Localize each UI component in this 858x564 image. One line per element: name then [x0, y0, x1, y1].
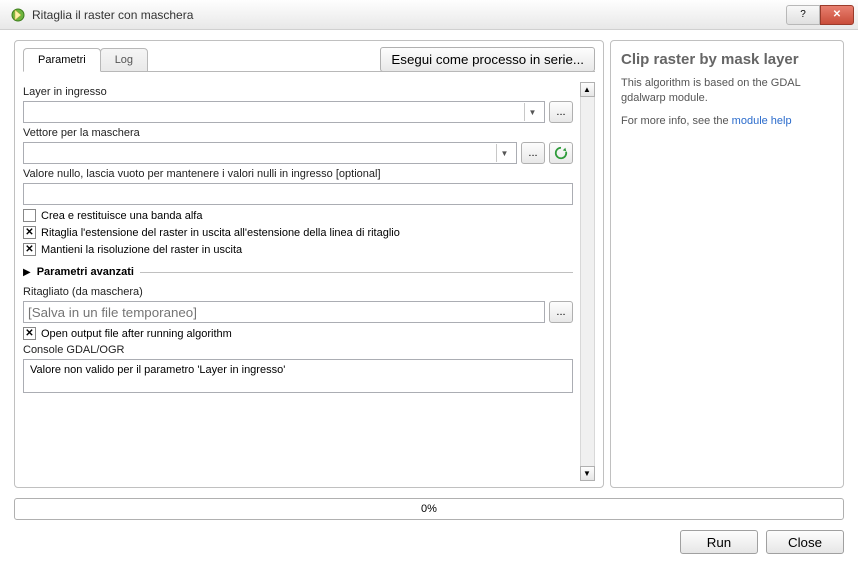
open-after-check-row[interactable]: ✕ Open output file after running algorit… — [23, 327, 573, 340]
mask-browse-button[interactable]: ... — [521, 142, 545, 164]
chevron-down-icon: ▼ — [524, 103, 540, 121]
scroll-track[interactable] — [580, 97, 595, 466]
help-title: Clip raster by mask layer — [621, 51, 833, 68]
content: Parametri Log Esegui come processo in se… — [0, 30, 858, 564]
tab-parametri[interactable]: Parametri — [23, 48, 101, 72]
checkbox-icon — [23, 209, 36, 222]
extent-check-label: Ritaglia l'estensione del raster in usci… — [41, 227, 400, 239]
main-row: Parametri Log Esegui come processo in se… — [14, 40, 844, 488]
help-more-prefix: For more info, see the — [621, 115, 732, 127]
triangle-right-icon: ▶ — [23, 267, 31, 278]
resolution-check-row[interactable]: ✕ Mantieni la risoluzione del raster in … — [23, 243, 573, 256]
null-value-label: Valore nullo, lascia vuoto per mantenere… — [23, 168, 573, 180]
layer-in-row: ▼ ... — [23, 101, 573, 123]
tabs: Parametri Log — [23, 47, 147, 71]
progress-text: 0% — [421, 503, 437, 515]
run-button[interactable]: Run — [680, 530, 758, 554]
output-browse-button[interactable]: ... — [549, 301, 573, 323]
close-button[interactable]: Close — [766, 530, 844, 554]
mask-label: Vettore per la maschera — [23, 127, 573, 139]
mask-select[interactable]: ▼ — [23, 142, 517, 164]
help-more: For more info, see the module help — [621, 114, 833, 129]
help-desc: This algorithm is based on the GDAL gdal… — [621, 76, 833, 106]
console-label: Console GDAL/OGR — [23, 344, 573, 356]
dots-icon: ... — [528, 147, 537, 159]
output-row: ... — [23, 301, 573, 323]
help-button[interactable]: ? — [786, 5, 820, 25]
close-icon: ✕ — [833, 9, 841, 20]
console-text: Valore non valido per il parametro 'Laye… — [30, 364, 285, 376]
left-panel: Parametri Log Esegui come processo in se… — [14, 40, 604, 488]
dots-icon: ... — [556, 106, 565, 118]
chevron-down-icon: ▼ — [496, 144, 512, 162]
progress-bar: 0% — [14, 498, 844, 520]
advanced-params-toggle[interactable]: ▶ Parametri avanzati — [23, 266, 573, 278]
scroll-up-button[interactable]: ▲ — [580, 82, 595, 97]
app-icon — [10, 7, 26, 23]
form-area: Layer in ingresso ▼ ... Vettore per la m… — [23, 71, 595, 481]
footer-buttons: Run Close — [14, 530, 844, 554]
tab-parametri-label: Parametri — [38, 54, 86, 66]
output-label: Ritagliato (da maschera) — [23, 286, 573, 298]
layer-in-label: Layer in ingresso — [23, 86, 573, 98]
refresh-icon — [554, 146, 568, 160]
null-value-input[interactable] — [23, 183, 573, 205]
mask-row: ▼ ... — [23, 142, 573, 164]
layer-in-select[interactable]: ▼ — [23, 101, 545, 123]
form-scroll: Layer in ingresso ▼ ... Vettore per la m… — [23, 82, 579, 481]
help-icon: ? — [800, 9, 806, 20]
window-title: Ritaglia il raster con maschera — [32, 8, 786, 22]
scroll-down-button[interactable]: ▼ — [580, 466, 595, 481]
help-panel: Clip raster by mask layer This algorithm… — [610, 40, 844, 488]
extent-check-row[interactable]: ✕ Ritaglia l'estensione del raster in us… — [23, 226, 573, 239]
checkbox-icon: ✕ — [23, 243, 36, 256]
alpha-check-label: Crea e restituisce una banda alfa — [41, 210, 202, 222]
layer-in-browse-button[interactable]: ... — [549, 101, 573, 123]
window-buttons: ? ✕ — [786, 5, 854, 25]
console-output: Valore non valido per il parametro 'Laye… — [23, 359, 573, 393]
dots-icon: ... — [556, 306, 565, 318]
module-help-link[interactable]: module help — [732, 115, 792, 127]
alpha-check-row[interactable]: Crea e restituisce una banda alfa — [23, 209, 573, 222]
titlebar: Ritaglia il raster con maschera ? ✕ — [0, 0, 858, 30]
divider — [140, 272, 573, 273]
close-window-button[interactable]: ✕ — [820, 5, 854, 25]
advanced-params-label: Parametri avanzati — [37, 266, 134, 278]
mask-iterate-button[interactable] — [549, 142, 573, 164]
output-path-input[interactable] — [23, 301, 545, 323]
open-after-check-label: Open output file after running algorithm — [41, 328, 232, 340]
scrollbar[interactable]: ▲ ▼ — [579, 82, 595, 481]
checkbox-icon: ✕ — [23, 226, 36, 239]
tab-log[interactable]: Log — [100, 48, 148, 72]
checkbox-icon: ✕ — [23, 327, 36, 340]
batch-run-button[interactable]: Esegui come processo in serie... — [380, 47, 595, 72]
resolution-check-label: Mantieni la risoluzione del raster in us… — [41, 244, 242, 256]
tabs-row: Parametri Log Esegui come processo in se… — [23, 47, 595, 72]
tab-log-label: Log — [115, 54, 133, 66]
